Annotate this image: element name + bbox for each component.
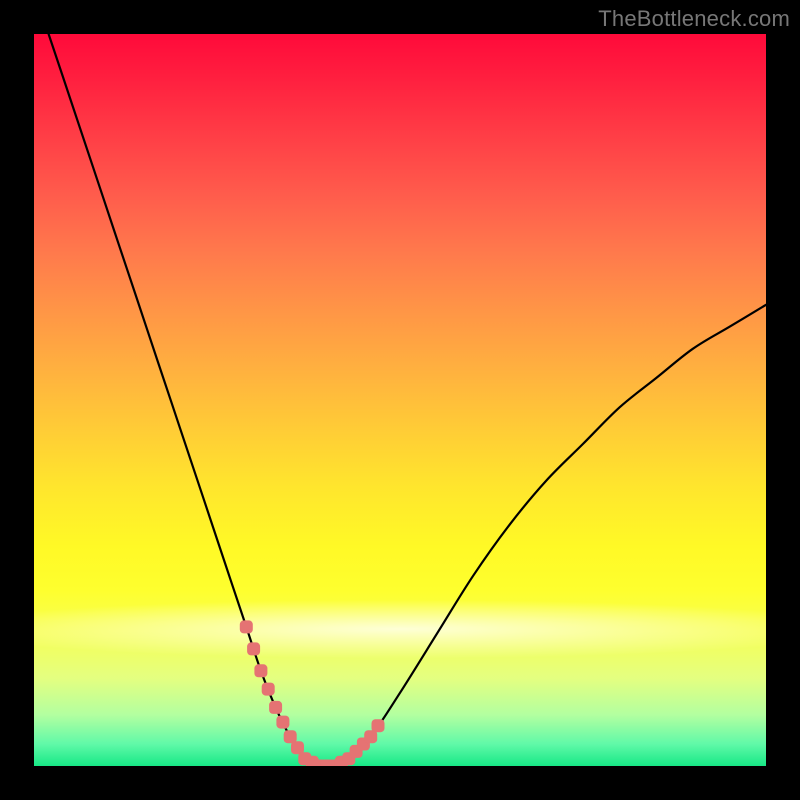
- highlight-markers: [240, 620, 385, 766]
- marker-point: [262, 683, 275, 696]
- chart-frame: TheBottleneck.com: [0, 0, 800, 800]
- plot-area: [34, 34, 766, 766]
- marker-point: [254, 664, 267, 677]
- marker-point: [372, 719, 385, 732]
- marker-point: [276, 716, 289, 729]
- watermark-text: TheBottleneck.com: [598, 6, 790, 32]
- marker-point: [247, 642, 260, 655]
- marker-point: [240, 620, 253, 633]
- bottleneck-curve: [49, 34, 766, 766]
- curve-svg: [34, 34, 766, 766]
- marker-point: [269, 701, 282, 714]
